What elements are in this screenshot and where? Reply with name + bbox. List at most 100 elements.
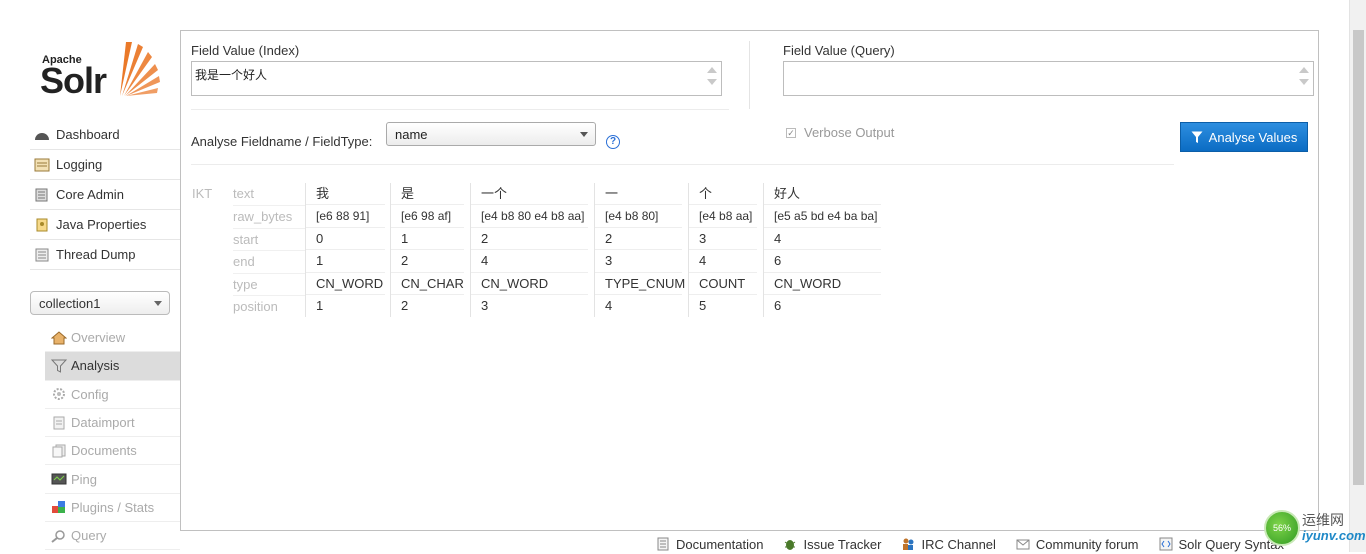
irc-icon	[901, 537, 915, 551]
core-item-ping[interactable]: Ping	[45, 465, 180, 494]
token-position: 6	[774, 297, 782, 313]
solr-logo[interactable]: Apache Solr	[40, 38, 162, 102]
core-selector[interactable]: collection1	[30, 291, 170, 315]
token-type: TYPE_CNUM	[595, 273, 685, 295]
token-start: 3	[689, 228, 757, 251]
textarea-scrollbar[interactable]	[705, 64, 719, 93]
row-label-start: start	[233, 227, 305, 250]
chevron-down-icon	[154, 301, 162, 306]
token-end: 6	[764, 250, 881, 273]
token-position: 4	[605, 297, 613, 313]
token-position: 2	[401, 297, 409, 313]
java-properties-icon	[34, 218, 50, 232]
core-admin-icon	[34, 188, 50, 202]
watermark: 56% 运维网 iyunv.com	[1262, 504, 1366, 550]
fieldtype-select[interactable]: name	[386, 122, 596, 146]
token-end: 3	[595, 250, 682, 273]
core-item-label: Config	[71, 386, 109, 402]
core-item-documents[interactable]: Documents	[45, 437, 180, 466]
query-field-input[interactable]	[783, 61, 1314, 96]
footer-link-label: Community forum	[1035, 536, 1139, 552]
bug-icon	[783, 537, 797, 551]
token-raw-bytes: [e6 88 91]	[306, 205, 385, 228]
scrollbar-thumb[interactable]	[1353, 30, 1364, 485]
token-raw-bytes: [e5 a5 bd e4 ba ba]	[764, 205, 881, 228]
core-item-label: Plugins / Stats	[71, 499, 155, 515]
nav-item-core-admin[interactable]: Core Admin	[30, 180, 180, 210]
nav-item-dashboard[interactable]: Dashboard	[30, 120, 180, 150]
solr-sun-icon	[120, 42, 160, 96]
nav-label: Core Admin	[56, 187, 124, 202]
token-end: 1	[306, 250, 385, 273]
page-scrollbar[interactable]	[1349, 0, 1366, 552]
token-end: 4	[471, 250, 588, 273]
token-row-labels: text raw_bytes start end type position	[233, 183, 305, 317]
token-column: 我 [e6 88 91] 0 1 CN_WORD 1	[305, 183, 391, 317]
nav-item-logging[interactable]: Logging	[30, 150, 180, 180]
nav-label: Thread Dump	[56, 247, 136, 262]
dashboard-icon	[34, 128, 50, 142]
core-item-plugins-stats[interactable]: Plugins / Stats	[45, 494, 180, 523]
token-start: 2	[595, 228, 682, 251]
token-text: 好人	[764, 183, 881, 206]
textarea-scrollbar[interactable]	[1297, 64, 1311, 93]
token-column: 好人 [e5 a5 bd e4 ba ba] 4 6 CN_WORD 6	[763, 183, 887, 317]
watermark-title: 运维网	[1302, 513, 1344, 529]
core-item-overview[interactable]: Overview	[45, 324, 180, 353]
core-item-analysis[interactable]: Analysis	[45, 352, 180, 381]
core-item-config[interactable]: Config	[45, 381, 180, 409]
fieldtype-label: Analyse Fieldname / FieldType:	[191, 134, 373, 149]
analyse-values-button[interactable]: Analyse Values	[1180, 122, 1308, 152]
core-item-label: Query	[71, 528, 107, 544]
nav-label: Dashboard	[56, 127, 120, 142]
footer-link-community-forum[interactable]: Community forum	[1016, 537, 1139, 552]
query-icon	[51, 529, 67, 543]
nav-item-java-properties[interactable]: Java Properties	[30, 210, 180, 240]
footer-link-label: IRC Channel	[921, 536, 996, 552]
token-column: 个 [e4 b8 aa] 3 4 COUNT 5	[688, 183, 763, 317]
index-field-input[interactable]: 我是一个好人	[191, 61, 722, 96]
token-text: 一	[595, 183, 682, 206]
footer-link-documentation[interactable]: Documentation	[656, 537, 763, 552]
token-type: COUNT	[689, 273, 757, 295]
arrow-up-icon	[707, 67, 717, 73]
token-type: CN_WORD	[306, 273, 385, 295]
token-end: 2	[391, 250, 464, 273]
documents-icon	[51, 444, 67, 458]
row-label-type: type	[233, 272, 305, 295]
plugins-icon	[51, 500, 67, 514]
arrow-down-icon	[1299, 79, 1309, 85]
mail-icon	[1016, 537, 1030, 551]
dataimport-icon	[51, 416, 67, 430]
help-icon[interactable]: ?	[606, 135, 620, 149]
analyzer-name: IKT	[192, 186, 213, 201]
filter-icon	[1191, 131, 1203, 143]
logging-icon	[34, 158, 50, 172]
core-item-label: Ping	[71, 471, 98, 487]
nav-item-thread-dump[interactable]: Thread Dump	[30, 240, 180, 270]
verbose-output-label: Verbose Output	[804, 125, 895, 140]
token-start: 1	[391, 228, 464, 251]
token-type: CN_WORD	[471, 273, 588, 295]
token-raw-bytes: [e4 b8 aa]	[689, 205, 757, 228]
token-column: 一个 [e4 b8 80 e4 b8 aa] 2 4 CN_WORD 3	[470, 183, 594, 317]
verbose-output-option[interactable]: ✓ Verbose Output	[786, 125, 894, 140]
separator	[191, 109, 729, 110]
token-raw-bytes: [e4 b8 80]	[595, 205, 682, 228]
verbose-output-checkbox[interactable]: ✓	[786, 127, 796, 138]
column-divider	[749, 41, 750, 109]
core-selector-value: collection1	[39, 295, 101, 311]
token-type: CN_WORD	[764, 273, 881, 295]
watermark-site: iyunv.com	[1302, 528, 1366, 543]
core-item-dataimport[interactable]: Dataimport	[45, 409, 180, 438]
core-item-query[interactable]: Query	[45, 522, 180, 551]
fieldtype-select-value: name	[395, 127, 428, 142]
config-icon	[51, 387, 67, 401]
token-start: 0	[306, 228, 385, 251]
logo-solr-text: Solr	[40, 60, 107, 101]
footer-link-irc-channel[interactable]: IRC Channel	[901, 536, 996, 552]
footer-link-issue-tracker[interactable]: Issue Tracker	[783, 537, 881, 552]
token-raw-bytes: [e4 b8 80 e4 b8 aa]	[471, 205, 588, 228]
token-column: 一 [e4 b8 80] 2 3 TYPE_CNUM 4	[594, 183, 688, 317]
nav-label: Logging	[56, 157, 103, 172]
